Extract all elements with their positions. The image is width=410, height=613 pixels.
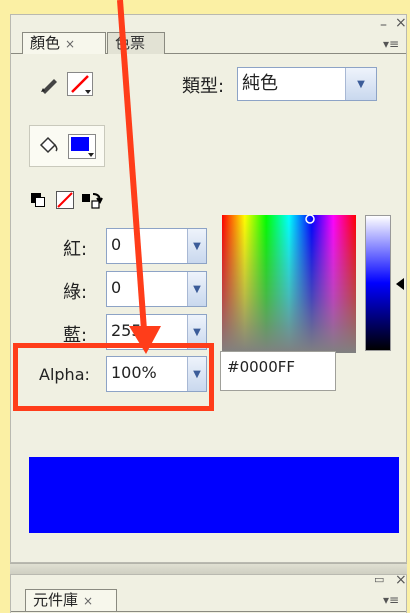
annotation-arrow <box>117 0 161 354</box>
